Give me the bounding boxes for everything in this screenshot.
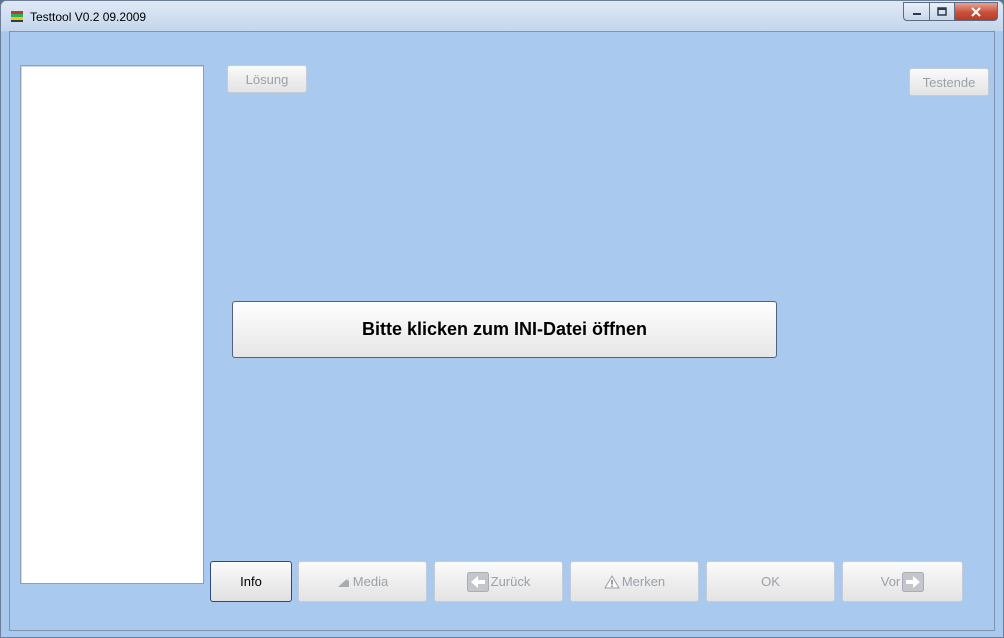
warning-icon: [603, 574, 620, 589]
maximize-icon: [937, 7, 947, 16]
zurueck-label: Zurück: [490, 574, 531, 589]
close-button[interactable]: [954, 2, 998, 21]
info-button[interactable]: Info: [210, 561, 292, 602]
loesung-button[interactable]: Lösung: [227, 65, 307, 93]
ok-button[interactable]: OK: [706, 561, 835, 602]
testende-button[interactable]: Testende: [909, 68, 989, 96]
media-label: Media: [352, 574, 389, 589]
minimize-icon: [912, 12, 921, 15]
window-title: Testtool V0.2 09.2009: [30, 10, 147, 24]
merken-label: Merken: [621, 574, 666, 589]
close-icon: [971, 6, 981, 17]
app-window: Testtool V0.2 09.2009 Lösung Testende Bi…: [0, 0, 1004, 638]
title-bar[interactable]: Testtool V0.2 09.2009: [1, 1, 1003, 31]
merken-button[interactable]: Merken: [570, 561, 699, 602]
client-area: Lösung Testende Bitte klicken zum INI-Da…: [9, 31, 995, 631]
vor-label: Vor: [880, 574, 901, 589]
zurueck-button[interactable]: Zurück: [434, 561, 563, 602]
open-ini-button[interactable]: Bitte klicken zum INI-Datei öffnen: [232, 301, 777, 358]
arrow-right-icon: [902, 571, 925, 592]
arrow-left-icon: [466, 571, 489, 592]
media-icon: [337, 575, 351, 589]
app-icon: [10, 9, 24, 23]
minimize-button[interactable]: [903, 2, 929, 21]
window-controls: [903, 2, 998, 22]
vor-button[interactable]: Vor: [842, 561, 963, 602]
media-button[interactable]: Media: [298, 561, 427, 602]
maximize-button[interactable]: [929, 2, 954, 21]
item-list[interactable]: [20, 65, 204, 584]
